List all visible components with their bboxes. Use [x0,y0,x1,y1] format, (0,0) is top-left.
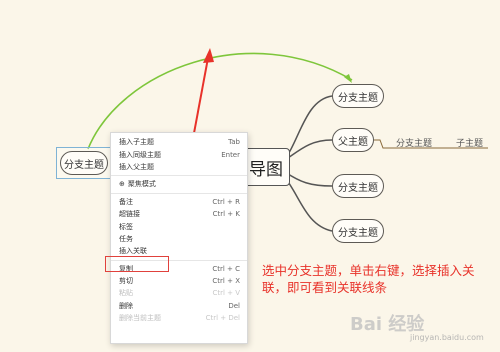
menu-item-label: 插入父主题 [119,162,154,171]
menu-item-shortcut: Ctrl + Del [205,314,240,323]
menu-item-label: 标签 [119,222,133,231]
branch-line [284,139,333,161]
menu-item-focus-mode[interactable]: ⊕ 聚焦模式 [111,178,247,190]
menu-item-label: 任务 [119,234,133,243]
menu-item-delete-current[interactable]: 删除当前主题 Ctrl + Del [111,312,247,324]
menu-item-task[interactable]: 任务 [111,233,247,245]
menu-item-shortcut: Tab [228,138,240,147]
topic-node-branch-top[interactable]: 分支主题 [332,84,384,108]
watermark-subtext: jingyan.baidu.com [410,333,484,342]
menu-item-hyperlink[interactable]: 超链接 Ctrl + K [111,208,247,220]
insert-relationship-highlight [105,256,169,272]
topic-label: 父主题 [338,136,368,148]
menu-item-label: 备注 [119,197,133,206]
topic-label: 分支主题 [64,159,104,171]
menu-item-shortcut: Enter [221,150,240,159]
menu-item-delete[interactable]: 删除 Del [111,300,247,312]
menu-item-insert-parent[interactable]: 插入父主题 [111,161,247,173]
selected-topic-node[interactable]: 分支主题 [60,151,108,175]
menu-item-label: 插入关联 [119,247,147,256]
menu-separator [111,192,247,194]
subtopic-label[interactable]: 分支主题 [396,136,432,149]
menu-item-shortcut: Ctrl + R [212,197,240,206]
menu-item-shortcut: Ctrl + X [212,277,240,286]
branch-line [282,95,333,163]
menu-item-insert-child[interactable]: 插入子主题 Tab [111,136,247,148]
menu-item-label: 剪切 [119,277,133,286]
menu-item-label: 删除 [119,301,133,310]
menu-item-label: 插入子主题 [119,138,154,147]
menu-item-label: 删除当前主题 [119,314,161,323]
topic-label: 分支主题 [338,182,378,194]
menu-item-label: 插入同级主题 [119,150,161,159]
topic-label: 分支主题 [338,227,378,239]
branch-line [284,171,333,187]
annotation-arrow-head [203,48,214,63]
focus-icon: ⊕ [119,180,125,189]
menu-item-shortcut: Ctrl + V [212,289,240,298]
menu-item-shortcut: Ctrl + C [212,264,240,273]
menu-item-shortcut: Ctrl + K [212,210,240,219]
menu-item-label: 超链接 [119,210,140,219]
topic-label: 分支主题 [338,92,378,104]
menu-item-label: 粘贴 [119,289,133,298]
context-menu: 插入子主题 Tab 插入同级主题 Enter 插入父主题 ⊕ 聚焦模式 备注 Ctrl … [110,132,248,344]
menu-item-note[interactable]: 备注 Ctrl + R [111,196,247,208]
topic-node-branch-middle[interactable]: 分支主题 [332,174,384,198]
tutorial-annotation: 选中分支主题，单击右键，选择插入关联，即可看到关联线条 [262,263,475,295]
central-topic-label: 导图 [249,159,283,180]
menu-item-label: 聚焦模式 [127,180,156,189]
child-topic-label[interactable]: 子主题 [456,136,483,149]
menu-item-insert-sibling[interactable]: 插入同级主题 Enter [111,148,247,160]
menu-item-cut[interactable]: 剪切 Ctrl + X [111,275,247,287]
menu-separator [111,175,247,177]
menu-item-paste[interactable]: 粘贴 Ctrl + V [111,287,247,299]
topic-node-branch-bottom[interactable]: 分支主题 [332,219,384,243]
topic-node-parent[interactable]: 父主题 [332,128,374,152]
menu-item-shortcut: Del [228,301,240,310]
menu-item-label-tag[interactable]: 标签 [111,220,247,232]
